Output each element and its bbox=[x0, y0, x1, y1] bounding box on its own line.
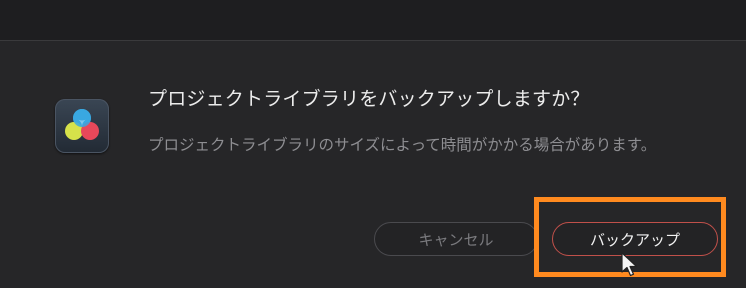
dialog-window: プロジェクトライブラリをバックアップしますか？ プロジェクトライブラリのサイズに… bbox=[0, 0, 746, 288]
dialog-message: プロジェクトライブラリのサイズによって時間がかかる場合があります。 bbox=[148, 136, 657, 154]
cancel-button[interactable]: キャンセル bbox=[374, 222, 538, 256]
window-top-bar bbox=[0, 0, 746, 41]
backup-button[interactable]: バックアップ bbox=[552, 222, 718, 256]
davinci-resolve-app-icon bbox=[55, 99, 109, 153]
dialog-title: プロジェクトライブラリをバックアップしますか？ bbox=[148, 88, 590, 110]
mouse-pointer-icon bbox=[620, 252, 640, 278]
